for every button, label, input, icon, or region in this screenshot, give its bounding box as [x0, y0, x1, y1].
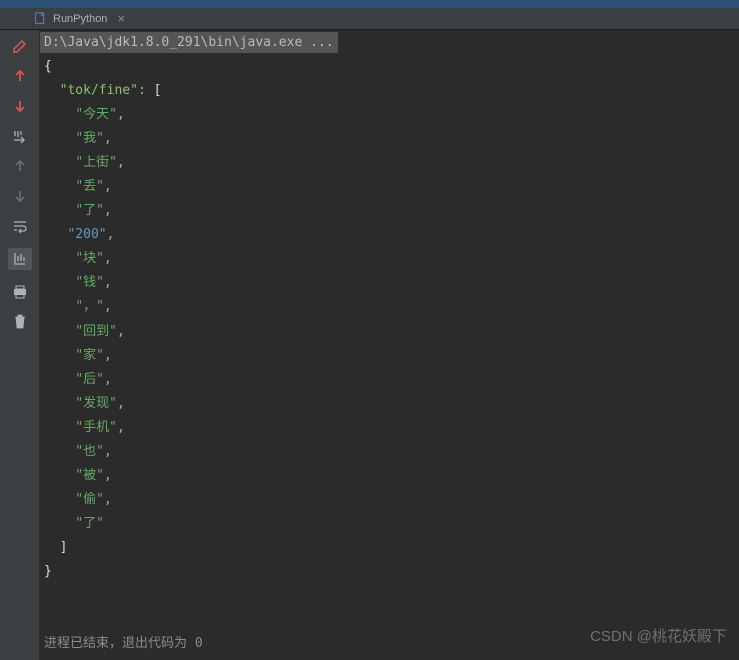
- file-icon: [34, 12, 47, 25]
- trash-icon[interactable]: [12, 314, 28, 330]
- tab-label: RunPython: [53, 13, 107, 25]
- tab-run[interactable]: RunPython ×: [28, 8, 131, 29]
- step-into-icon[interactable]: [12, 128, 28, 144]
- edit-icon[interactable]: [12, 38, 28, 54]
- up-red-icon[interactable]: [12, 68, 28, 84]
- command-line: D:\Java\jdk1.8.0_291\bin\java.exe ...: [40, 32, 338, 53]
- wrap-icon[interactable]: [12, 218, 28, 234]
- tab-bar: RunPython ×: [0, 8, 739, 30]
- up-gray-icon[interactable]: [12, 158, 28, 174]
- print-icon[interactable]: [12, 284, 28, 300]
- scroll-end-icon[interactable]: [8, 248, 32, 270]
- watermark: CSDN @桃花妖殿下: [590, 625, 727, 646]
- close-icon[interactable]: ×: [117, 11, 125, 26]
- down-red-icon[interactable]: [12, 98, 28, 114]
- exit-code: 0: [195, 636, 203, 651]
- gutter-toolbar: [0, 30, 40, 660]
- json-output: { "tok/fine": [ "今天", "我", "上街", "丢", "了…: [40, 53, 739, 584]
- console-output: D:\Java\jdk1.8.0_291\bin\java.exe ... { …: [40, 30, 739, 660]
- down-gray-icon[interactable]: [12, 188, 28, 204]
